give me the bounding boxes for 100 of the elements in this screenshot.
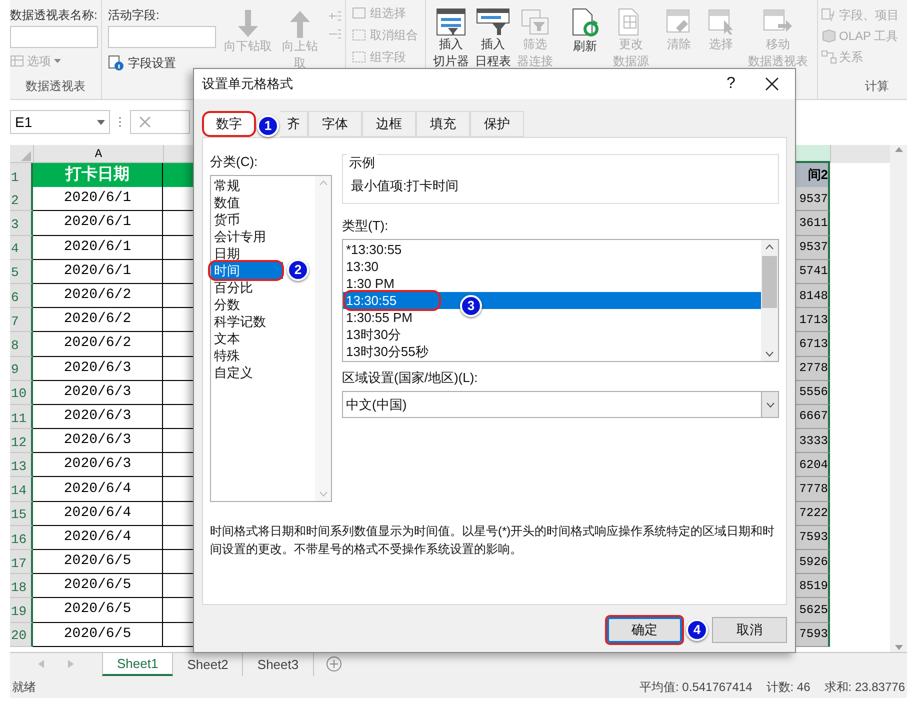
category-item[interactable]: 数值 — [211, 194, 315, 210]
type-item[interactable]: 1:30 PM — [343, 274, 761, 292]
dropdown-icon — [766, 402, 774, 408]
table-cell: 2020/6/5 — [33, 622, 163, 647]
table-cell: 2020/6/3 — [33, 429, 163, 454]
row-number[interactable]: 15 — [10, 502, 33, 526]
scroll-down-icon[interactable] — [765, 350, 774, 356]
row-number[interactable]: 19 — [10, 598, 33, 623]
table-cell: 2020/6/2 — [33, 284, 163, 308]
category-item[interactable]: 特殊 — [211, 346, 315, 364]
type-item[interactable]: 13时30分 — [343, 326, 761, 342]
ribbon-button[interactable]: 插入 切片器 — [430, 6, 472, 70]
table-cell: 2020/6/5 — [33, 598, 163, 623]
cube-icon — [821, 29, 837, 43]
function-icon — [821, 8, 837, 22]
close-icon — [765, 77, 779, 91]
row-number[interactable]: 5 — [10, 260, 33, 284]
locale-select[interactable]: 中文(中国) — [342, 391, 779, 418]
row-number[interactable]: 10 — [10, 380, 33, 405]
category-item[interactable]: 科学记数 — [211, 312, 315, 330]
table-cell: 2020/6/1 — [33, 260, 163, 284]
expand-field-icon — [328, 10, 342, 22]
table-cell: 9537 — [796, 187, 830, 212]
category-item[interactable]: 时间 — [211, 262, 283, 278]
row-number[interactable]: 11 — [10, 404, 33, 430]
row-number[interactable]: 17 — [10, 550, 33, 574]
scroll-left-icon[interactable] — [38, 660, 44, 668]
field-label: 数据透视表名称: — [10, 7, 98, 24]
sheet-tab[interactable]: Sheet1 — [102, 652, 174, 676]
ok-button[interactable]: 确定 — [607, 617, 682, 643]
cancel-button[interactable]: 取消 — [712, 617, 787, 643]
row-number[interactable]: 20 — [10, 622, 33, 647]
row-number[interactable]: 4 — [10, 236, 33, 260]
table-cell: 7593 — [796, 622, 830, 647]
status-statistic: 求和: 23.83776 — [824, 678, 905, 696]
description-text: 时间格式将日期和时间系列数值显示为时间值。以星号(*)开头的时间格式响应操作系统特定的区域日期和时间设置的更改。不带星号的格式不受操作系统设置的影响。 — [210, 522, 776, 558]
table-cell: 2020/6/1 — [33, 236, 163, 260]
category-item[interactable]: 文本 — [211, 330, 315, 346]
category-item[interactable]: 分数 — [211, 296, 315, 312]
table-cell: 6667 — [796, 404, 830, 430]
row-number[interactable]: 13 — [10, 453, 33, 478]
row-number[interactable]: 9 — [10, 356, 33, 381]
row-number[interactable]: 16 — [10, 526, 33, 550]
active-field-input[interactable] — [108, 26, 216, 48]
category-item[interactable]: 百分比 — [211, 278, 315, 296]
filter-connections-icon — [520, 8, 550, 36]
step-number-badge: 1 — [257, 115, 279, 137]
table-cell: 2020/6/4 — [33, 477, 163, 502]
table-cell: 2020/6/3 — [33, 404, 163, 430]
column-heading: 打卡日期 — [33, 163, 163, 188]
row-number[interactable]: 3 — [10, 211, 33, 236]
field-label: 活动字段: — [108, 7, 160, 24]
up-arrow-icon — [287, 10, 313, 38]
relationship-icon — [821, 50, 837, 64]
dialog-tab[interactable]: 数字 — [202, 111, 256, 137]
table-cell: 2020/6/2 — [33, 308, 163, 332]
group-icon — [352, 7, 366, 19]
table-cell: 2778 — [796, 356, 830, 381]
row-number[interactable]: 14 — [10, 477, 33, 502]
dialog-tab[interactable]: 边框 — [362, 111, 416, 137]
type-item[interactable]: 13时30分55秒 — [343, 342, 761, 360]
name-box[interactable]: E1 — [10, 110, 110, 134]
table-cell: 2020/6/2 — [33, 332, 163, 356]
select-icon — [706, 8, 736, 36]
type-item[interactable]: 13:30 — [343, 258, 761, 274]
dialog-tab[interactable]: 保护 — [470, 111, 524, 137]
help-button[interactable]: ? — [713, 69, 749, 99]
row-number[interactable]: 7 — [10, 308, 33, 332]
pivot-name-field[interactable] — [10, 26, 98, 48]
group-label: 数据透视表 — [24, 78, 86, 95]
add-sheet-icon[interactable] — [326, 656, 342, 672]
type-label: 类型(T): — [342, 217, 388, 235]
row-number[interactable]: 18 — [10, 574, 33, 598]
field-settings-button[interactable]: 字段设置 — [108, 53, 176, 73]
category-item[interactable]: 会计专用 — [211, 228, 315, 244]
dialog-title: 设置单元格格式 — [202, 75, 293, 94]
scroll-right-icon[interactable] — [68, 660, 74, 668]
table-cell: 9537 — [796, 236, 830, 260]
row-number[interactable]: 6 — [10, 284, 33, 308]
category-item[interactable]: 自定义 — [211, 364, 315, 380]
category-item[interactable]: 常规 — [211, 176, 315, 194]
column-heading: 间2 — [796, 163, 830, 188]
type-item[interactable]: *13:30:55 — [343, 240, 761, 258]
row-number[interactable]: 12 — [10, 429, 33, 454]
column-header[interactable] — [796, 145, 830, 163]
dropdown-button[interactable] — [761, 392, 778, 417]
ribbon-button[interactable]: 刷新 — [562, 6, 608, 55]
select-all-icon[interactable] — [21, 151, 31, 161]
scroll-up-icon[interactable] — [765, 244, 774, 250]
collapse-field-icon — [328, 28, 342, 40]
row-number[interactable]: 2 — [10, 187, 33, 212]
cancel-icon[interactable] — [139, 116, 151, 128]
row-number[interactable]: 1 — [10, 163, 33, 188]
category-item[interactable]: 货币 — [211, 210, 315, 228]
scrollbar-thumb[interactable] — [762, 256, 777, 308]
dialog-tab[interactable]: 字体 — [308, 111, 362, 137]
row-number[interactable]: 8 — [10, 332, 33, 356]
dialog-tab[interactable]: 齐 — [280, 111, 308, 137]
category-item[interactable]: 日期 — [211, 244, 315, 262]
dialog-tab[interactable]: 填充 — [416, 111, 470, 137]
